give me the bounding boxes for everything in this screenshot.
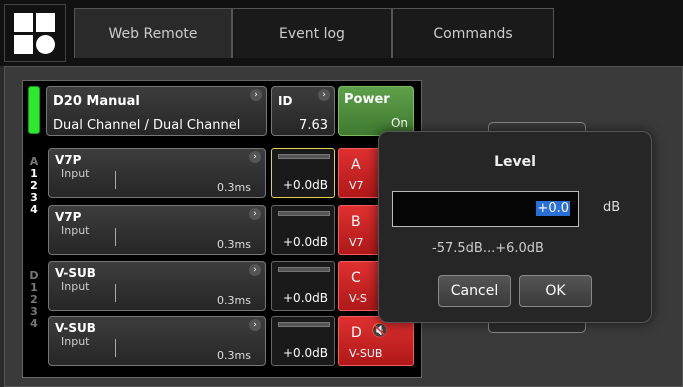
channel-input: Input <box>61 335 90 348</box>
gain-button-a[interactable]: +0.0dB <box>271 148 335 198</box>
input-level-bar <box>115 228 116 246</box>
level-dialog: Level +0.0 dB -57.5dB...+6.0dB Cancel OK <box>378 131 652 323</box>
channel-button-a[interactable]: V7P Input 0.3ms › <box>48 148 266 198</box>
output-button-d[interactable]: D 🔇 V-SUB <box>338 316 414 366</box>
logo-square-tl <box>14 13 33 32</box>
gain-button-d[interactable]: +0.0dB <box>271 316 335 366</box>
channel-name: V-SUB <box>55 321 96 335</box>
channel-name: V7P <box>55 210 82 224</box>
input-level-bar <box>115 339 116 357</box>
ok-label: OK <box>545 283 566 299</box>
ok-button[interactable]: OK <box>519 275 592 307</box>
gain-value: +0.0dB <box>283 178 328 192</box>
output-letter: A <box>351 157 361 173</box>
tab-event-log[interactable]: Event log <box>232 8 392 58</box>
chevron-right-icon: › <box>250 89 262 101</box>
output-sub: V7 <box>349 179 364 192</box>
channel-input: Input <box>61 224 90 237</box>
mute-speaker-icon: 🔇 <box>371 323 389 339</box>
app-logo-icon[interactable] <box>4 4 66 62</box>
group-label-a: A 1 2 3 4 <box>27 156 41 216</box>
logo-square-tr <box>36 13 55 32</box>
power-label: Power <box>344 92 390 107</box>
chevron-right-icon: › <box>318 89 330 101</box>
status-led <box>28 86 40 134</box>
tab-web-remote[interactable]: Web Remote <box>74 8 232 58</box>
output-sub: V-SUB <box>349 347 383 360</box>
power-button[interactable]: Power On <box>338 86 414 136</box>
cancel-button[interactable]: Cancel <box>438 275 511 307</box>
tab-label: Event log <box>279 25 345 42</box>
cancel-label: Cancel <box>450 283 499 299</box>
channel-name: V7P <box>55 153 82 167</box>
channel-name: V-SUB <box>55 266 96 280</box>
chevron-right-icon: › <box>249 319 261 331</box>
channel-button-b[interactable]: V7P Input 0.3ms › <box>48 205 266 255</box>
level-input[interactable]: +0.0 <box>392 191 579 227</box>
output-letter: B <box>351 214 361 230</box>
id-value: 7.63 <box>299 118 328 133</box>
tab-label: Commands <box>433 25 513 42</box>
channel-delay: 0.3ms <box>217 238 251 251</box>
chevron-right-icon: › <box>249 208 261 220</box>
group-label-d: D 1 2 3 4 <box>27 270 41 330</box>
top-bar: Web Remote Event log Commands <box>0 0 683 66</box>
chevron-right-icon: › <box>249 151 261 163</box>
logo-circle-br <box>36 35 55 54</box>
level-meter <box>278 267 330 272</box>
channel-button-c[interactable]: V-SUB Input 0.3ms › <box>48 261 266 311</box>
level-meter <box>278 322 330 327</box>
device-name-button[interactable]: D20 Manual Dual Channel / Dual Channel › <box>46 86 267 136</box>
output-sub: V7 <box>349 236 364 249</box>
group-num: 4 <box>30 203 38 216</box>
group-num: 4 <box>30 317 38 330</box>
logo-square-bl <box>14 35 33 54</box>
gain-button-b[interactable]: +0.0dB <box>271 205 335 255</box>
device-id-button[interactable]: ID 7.63 › <box>271 86 335 136</box>
tab-commands[interactable]: Commands <box>392 8 554 58</box>
chevron-right-icon: › <box>249 264 261 276</box>
output-letter: C <box>351 270 361 286</box>
output-sub: V-S <box>349 292 367 305</box>
gain-value: +0.0dB <box>283 235 328 249</box>
level-unit: dB <box>603 200 621 215</box>
channel-input: Input <box>61 167 90 180</box>
dialog-title: Level <box>494 154 536 170</box>
channel-delay: 0.3ms <box>217 294 251 307</box>
level-meter <box>278 211 330 216</box>
output-letter: D <box>351 325 362 341</box>
tab-label: Web Remote <box>108 25 198 42</box>
gain-value: +0.0dB <box>283 291 328 305</box>
level-meter <box>278 154 330 159</box>
input-level-bar <box>115 284 116 302</box>
device-mode: Dual Channel / Dual Channel <box>53 118 241 133</box>
input-level-bar <box>115 171 116 189</box>
channel-delay: 0.3ms <box>217 349 251 362</box>
channel-input: Input <box>61 280 90 293</box>
level-input-value: +0.0 <box>536 201 570 216</box>
gain-button-c[interactable]: +0.0dB <box>271 261 335 311</box>
gain-value: +0.0dB <box>283 346 328 360</box>
channel-button-d[interactable]: V-SUB Input 0.3ms › <box>48 316 266 366</box>
level-range: -57.5dB...+6.0dB <box>432 241 544 256</box>
id-label: ID <box>278 94 293 108</box>
power-state: On <box>390 116 408 130</box>
channel-delay: 0.3ms <box>217 181 251 194</box>
device-name: D20 Manual <box>53 94 140 109</box>
